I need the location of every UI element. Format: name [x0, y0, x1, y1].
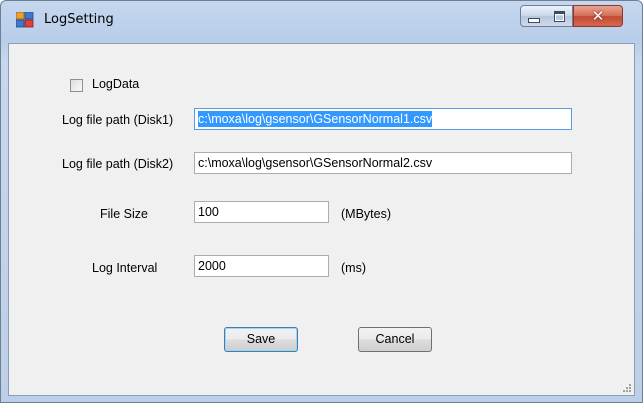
log-interval-label: Log Interval	[92, 261, 158, 275]
window-title: LogSetting	[44, 12, 114, 27]
title-bar[interactable]: LogSetting ✕	[1, 1, 642, 43]
log-setting-window: LogSetting ✕ LogData Log file path (Disk…	[0, 0, 643, 403]
close-icon: ✕	[591, 6, 605, 25]
disk1-path-input[interactable]: c:\moxa\log\gsensor\GSensorNormal1.csv	[194, 108, 572, 130]
save-button[interactable]: Save	[224, 327, 298, 352]
maximize-icon	[553, 10, 565, 22]
file-size-label: File Size	[100, 207, 148, 221]
client-area: LogData Log file path (Disk1) c:\moxa\lo…	[8, 43, 635, 396]
close-button[interactable]: ✕	[573, 5, 623, 27]
disk2-path-label: Log file path (Disk2)	[62, 157, 174, 171]
file-size-input[interactable]: 100	[194, 201, 329, 223]
minimize-button[interactable]	[520, 5, 547, 27]
file-size-unit: (MBytes)	[341, 207, 391, 221]
disk2-path-input[interactable]: c:\moxa\log\gsensor\GSensorNormal2.csv	[194, 152, 572, 174]
maximize-button[interactable]	[546, 5, 573, 27]
log-data-checkbox[interactable]	[70, 79, 83, 92]
disk1-path-value: c:\moxa\log\gsensor\GSensorNormal1.csv	[198, 111, 433, 127]
app-window-icon	[16, 12, 34, 28]
cancel-button[interactable]: Cancel	[358, 327, 432, 352]
resize-grip-icon[interactable]	[621, 382, 631, 392]
log-interval-unit: (ms)	[341, 261, 366, 275]
log-data-label[interactable]: LogData	[92, 77, 139, 91]
disk1-path-label: Log file path (Disk1)	[62, 113, 174, 127]
log-interval-input[interactable]: 2000	[194, 255, 329, 277]
minimize-icon	[527, 17, 540, 23]
